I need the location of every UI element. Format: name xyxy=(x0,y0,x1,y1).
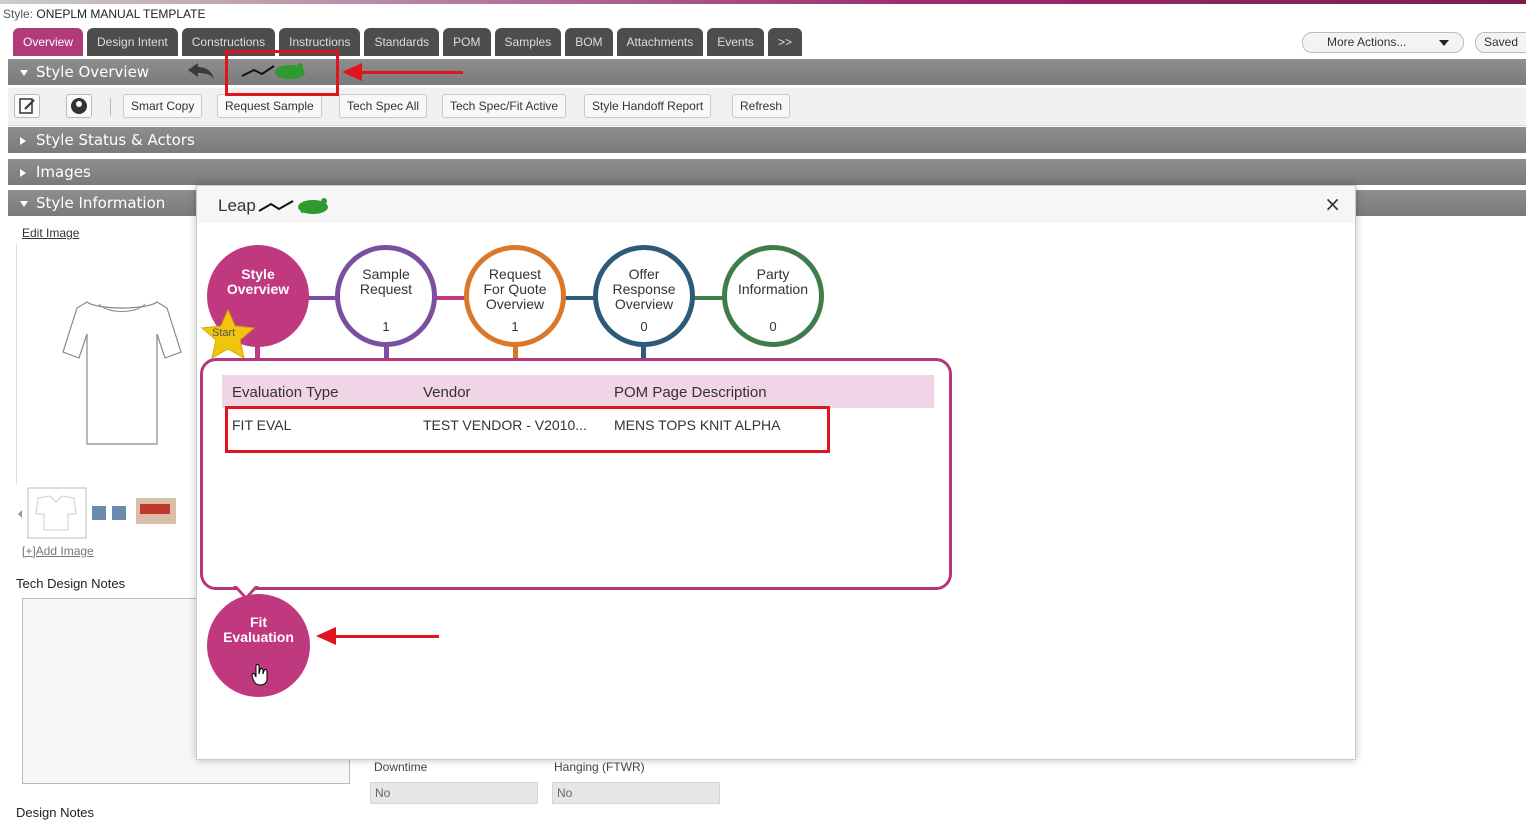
column-header-pom-page-description[interactable]: POM Page Description xyxy=(614,384,767,401)
request-sample-button[interactable]: Request Sample xyxy=(217,94,322,118)
tech-spec-all-button[interactable]: Tech Spec All xyxy=(339,94,428,118)
collapse-icon xyxy=(20,200,28,207)
hand-cursor-icon xyxy=(251,664,268,686)
tech-spec-fit-active-button[interactable]: Tech Spec/Fit Active xyxy=(442,94,567,118)
edit-icon[interactable] xyxy=(14,94,40,118)
tab-pom[interactable]: POM xyxy=(443,28,491,56)
style-handoff-report-button[interactable]: Style Handoff Report xyxy=(584,94,712,118)
edit-image-link[interactable]: Edit Image xyxy=(22,226,79,240)
column-header-vendor[interactable]: Vendor xyxy=(423,384,471,401)
more-actions-dropdown[interactable]: More Actions... xyxy=(1302,32,1464,53)
node-label: Request For Quote Overview xyxy=(483,266,547,312)
style-title-name: ONEPLM MANUAL TEMPLATE xyxy=(36,7,206,21)
style-information-label: Style Information xyxy=(36,194,166,212)
annotation-arrow-icon xyxy=(342,63,362,81)
leap-frog-icon xyxy=(258,198,328,214)
style-title-label: Style: xyxy=(3,7,34,21)
downtime-value: No xyxy=(370,782,538,804)
tab-bar: Overview Design Intent Constructions Ins… xyxy=(13,28,802,56)
images-label: Images xyxy=(36,163,91,181)
tab-standards[interactable]: Standards xyxy=(364,28,440,56)
node-party-information[interactable]: Party Information 0 xyxy=(722,245,824,347)
tech-design-notes-label: Tech Design Notes xyxy=(16,576,126,591)
design-notes-label: Design Notes xyxy=(16,805,95,820)
image-thumbnails xyxy=(16,484,198,544)
node-stub xyxy=(513,346,518,358)
hanging-ftwr-value: No xyxy=(552,782,720,804)
hanging-ftwr-label: Hanging (FTWR) xyxy=(554,760,645,774)
smart-copy-button[interactable]: Smart Copy xyxy=(123,94,203,118)
modal-header: Leap × xyxy=(197,186,1355,223)
more-actions-label: More Actions... xyxy=(1327,35,1407,49)
tab-overview[interactable]: Overview xyxy=(13,28,84,56)
annotation-highlight-box xyxy=(225,50,339,96)
node-count: 0 xyxy=(640,319,648,334)
node-count: 0 xyxy=(769,319,777,334)
collapse-icon xyxy=(20,69,28,76)
downtime-label: Downtime xyxy=(374,760,428,774)
annotation-highlight-box xyxy=(225,406,830,453)
modal-title: Leap xyxy=(218,196,256,215)
expand-icon xyxy=(20,168,26,177)
refresh-button[interactable]: Refresh xyxy=(732,94,791,118)
tab-events[interactable]: Events xyxy=(707,28,764,56)
start-label: Start xyxy=(212,327,236,339)
node-label: Style Overview xyxy=(226,266,290,297)
images-bar[interactable]: Images xyxy=(8,159,1526,185)
saved-button[interactable]: Saved xyxy=(1475,32,1526,53)
annotation-arrow-icon xyxy=(316,627,336,645)
node-label: Fit Evaluation xyxy=(223,614,294,645)
node-stub xyxy=(641,346,646,358)
style-image xyxy=(16,244,198,484)
style-overview-label: Style Overview xyxy=(36,63,150,81)
tab-more[interactable]: >> xyxy=(767,28,802,56)
back-arrow-icon[interactable] xyxy=(186,62,216,82)
top-accent-line xyxy=(0,0,1526,4)
toolbar-divider xyxy=(110,98,111,116)
chevron-down-icon xyxy=(1439,40,1449,46)
close-icon[interactable]: × xyxy=(1324,194,1341,214)
node-label: Sample Request xyxy=(359,266,413,297)
tab-bom[interactable]: BOM xyxy=(565,28,613,56)
node-label: Party Information xyxy=(737,266,809,297)
node-request-for-quote[interactable]: Request For Quote Overview 1 xyxy=(464,245,566,347)
node-offer-response[interactable]: Offer Response Overview 0 xyxy=(593,245,695,347)
expand-icon xyxy=(20,136,26,145)
annotation-arrow-line xyxy=(334,635,439,638)
tab-design-intent[interactable]: Design Intent xyxy=(87,28,178,56)
tab-samples[interactable]: Samples xyxy=(494,28,562,56)
node-count: 1 xyxy=(382,319,390,334)
node-fit-evaluation[interactable]: Fit Evaluation xyxy=(207,594,310,697)
tab-attachments[interactable]: Attachments xyxy=(616,28,704,56)
add-image-link[interactable]: [+]Add Image xyxy=(22,544,94,558)
style-status-label: Style Status & Actors xyxy=(36,131,195,149)
style-status-bar[interactable]: Style Status & Actors xyxy=(8,127,1526,153)
annotation-arrow-line xyxy=(360,71,463,74)
node-sample-request[interactable]: Sample Request 1 xyxy=(335,245,437,347)
style-title: Style: ONEPLM MANUAL TEMPLATE xyxy=(3,7,206,21)
workflow-icon[interactable] xyxy=(66,94,92,118)
column-header-evaluation-type[interactable]: Evaluation Type xyxy=(232,384,338,401)
node-stub xyxy=(384,346,389,358)
node-label: Offer Response Overview xyxy=(612,266,676,312)
node-count: 1 xyxy=(511,319,519,334)
